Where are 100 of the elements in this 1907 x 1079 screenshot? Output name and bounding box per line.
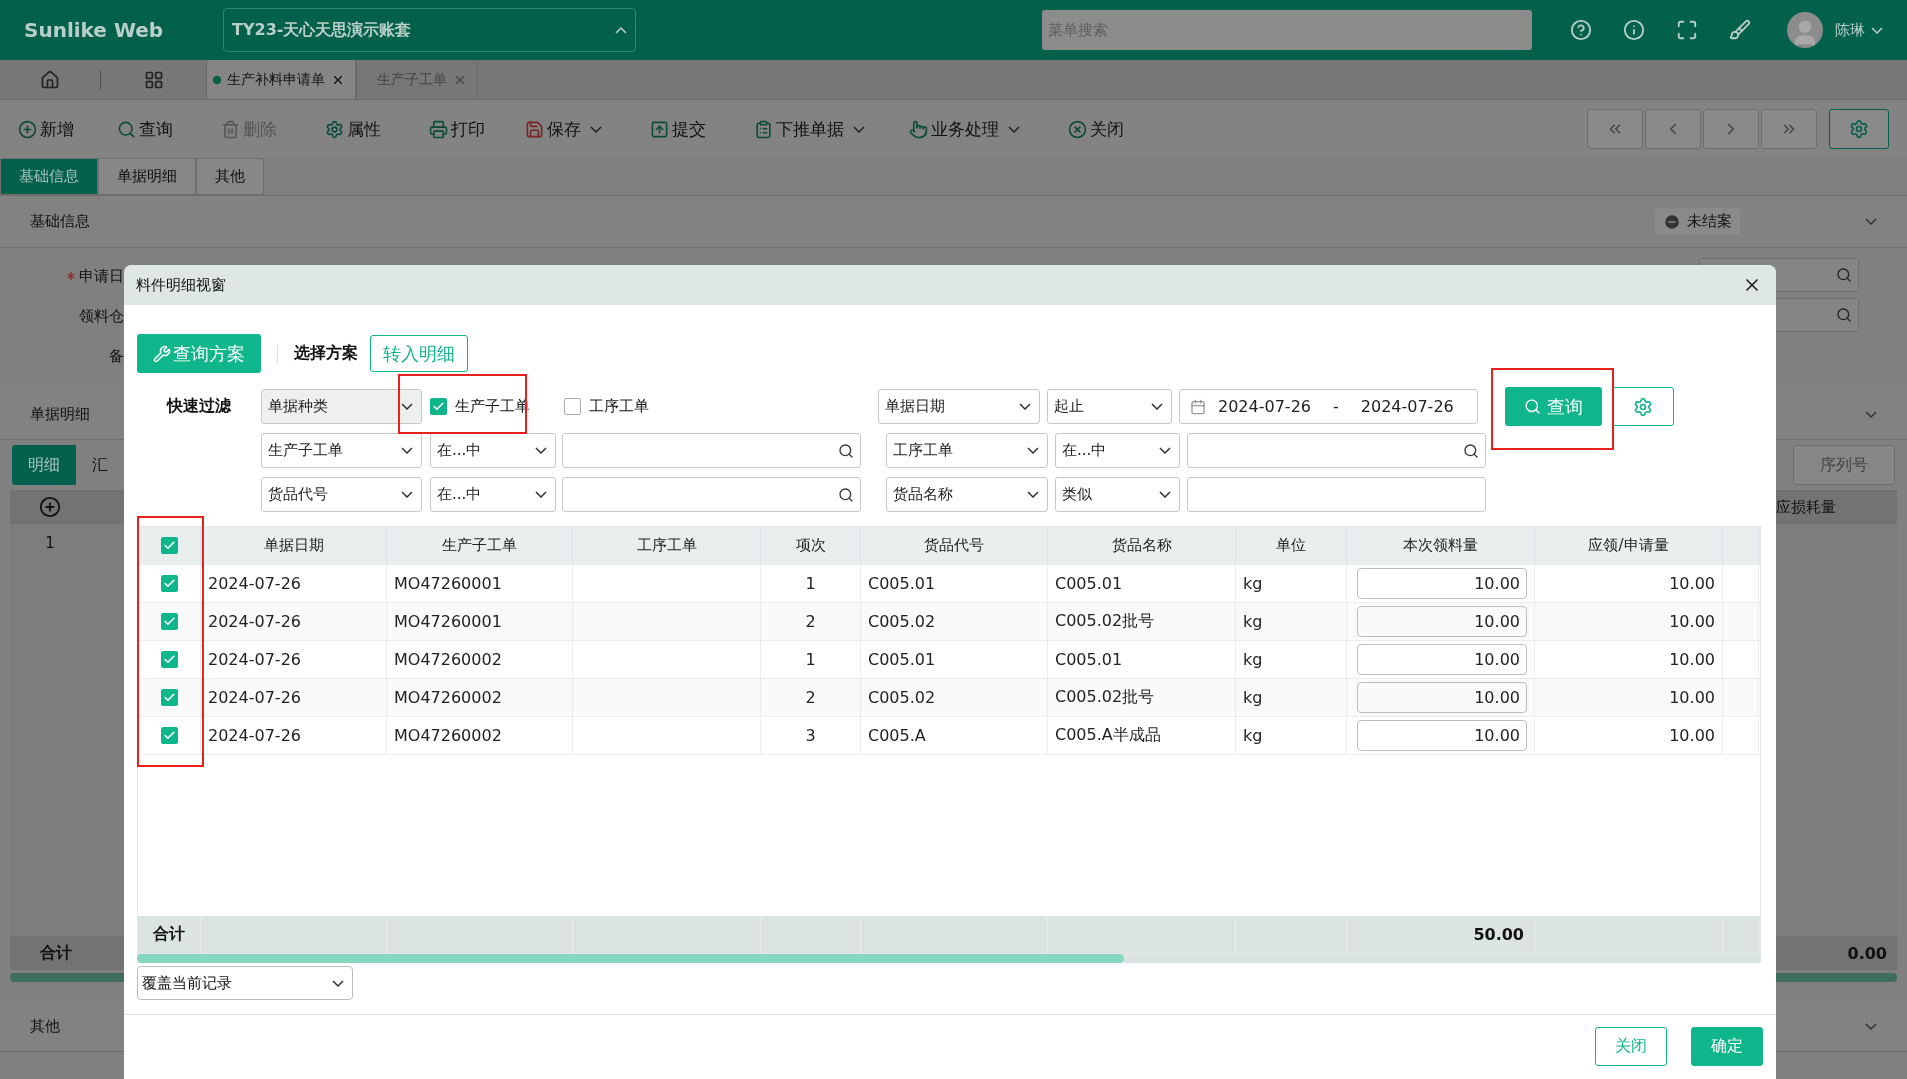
chevron-down-icon <box>535 447 547 454</box>
transfer-button[interactable]: 转入明细 <box>370 335 468 372</box>
table-cell: 2024-07-26 <box>208 650 301 669</box>
quantity-input[interactable]: 10.00 <box>1357 682 1527 713</box>
checkbox[interactable] <box>160 575 178 592</box>
form-tab[interactable]: 其他 <box>196 158 264 195</box>
check-icon <box>432 400 445 413</box>
quantity-input[interactable]: 10.00 <box>1357 720 1527 751</box>
scrollbar[interactable] <box>137 954 1124 963</box>
quantity-input[interactable]: 10.00 <box>1357 568 1527 599</box>
column-header: 项次 <box>761 527 861 564</box>
avatar[interactable] <box>1787 12 1823 48</box>
first-button[interactable] <box>1587 109 1643 149</box>
checkbox[interactable] <box>160 537 178 554</box>
filter-input[interactable] <box>1187 477 1486 512</box>
form-tab[interactable]: 单据明细 <box>98 158 196 195</box>
home-icon[interactable] <box>40 69 60 90</box>
active-dot <box>213 75 221 84</box>
filter-input[interactable] <box>1187 433 1486 468</box>
printer-icon <box>429 119 448 139</box>
quantity-input[interactable]: 10.00 <box>1357 644 1527 675</box>
toolbar-button[interactable]: 关闭 <box>1068 117 1124 141</box>
table-cell: MO47260002 <box>394 726 502 745</box>
settings-button[interactable] <box>1829 109 1889 149</box>
operator-select[interactable]: 类似 <box>1055 477 1180 512</box>
field-select[interactable]: 工序工单 <box>886 433 1048 468</box>
total-value: 50.00 <box>1473 925 1524 944</box>
form-tab[interactable]: 基础信息 <box>0 158 98 195</box>
detail-tab[interactable]: 明细 <box>12 445 76 485</box>
next-button[interactable] <box>1703 109 1759 149</box>
scheme-label: 选择方案 <box>294 343 358 364</box>
filter-input[interactable] <box>562 477 861 512</box>
table-cell: kg <box>1243 574 1263 593</box>
search-icon <box>1836 307 1852 323</box>
table-cell: C005.01 <box>1055 574 1123 593</box>
toolbar-button[interactable]: 业务处理 <box>909 117 1020 141</box>
serial-number-button[interactable]: 序列号 <box>1793 445 1895 485</box>
confirm-button[interactable]: 确定 <box>1691 1027 1763 1066</box>
toolbar-button[interactable]: 查询 <box>117 117 173 141</box>
last-button[interactable] <box>1761 109 1817 149</box>
filter-input[interactable] <box>562 433 861 468</box>
account-select[interactable]: TY23-天心天思演示账套 <box>223 8 636 52</box>
table-cell: 3 <box>805 726 816 745</box>
table-cell: MO47260002 <box>394 688 502 707</box>
operator-select[interactable]: 在...中 <box>430 433 556 468</box>
toolbar-button[interactable]: 下推单据 <box>754 117 865 141</box>
section-title: 其他 <box>30 1017 60 1036</box>
checkbox[interactable] <box>430 398 447 415</box>
checkbox[interactable] <box>160 651 178 668</box>
table-cell: C005.01 <box>868 574 936 593</box>
toolbar-button[interactable]: 打印 <box>429 117 485 141</box>
field-select[interactable]: 生产子工单 <box>261 433 422 468</box>
table-cell: kg <box>1243 612 1263 631</box>
table-cell: 1 <box>805 574 816 593</box>
toolbar-button[interactable]: 属性 <box>325 117 381 141</box>
chevron-down-icon <box>1159 491 1171 498</box>
search-icon <box>1463 442 1479 459</box>
fullscreen-icon[interactable] <box>1676 19 1698 41</box>
checkbox[interactable] <box>160 613 178 630</box>
info-icon[interactable] <box>1623 19 1645 41</box>
check-icon <box>162 577 176 590</box>
upload-icon <box>650 119 669 139</box>
table-cell: 1 <box>805 650 816 669</box>
toolbar-button[interactable]: 新增 <box>18 117 74 141</box>
user-name[interactable]: 陈琳 <box>1835 20 1865 40</box>
detail-tab[interactable]: 汇 <box>76 445 124 485</box>
operator-select[interactable]: 在...中 <box>1055 433 1180 468</box>
document-tab[interactable]: 生产补料申请单 <box>206 60 356 99</box>
quantity-input[interactable]: 10.00 <box>1357 606 1527 637</box>
checkbox[interactable] <box>160 727 178 744</box>
date-range-field[interactable]: 2024-07-26 - 2024-07-26 <box>1179 389 1478 424</box>
checkbox[interactable] <box>160 689 178 706</box>
mode-select[interactable]: 覆盖当前记录 <box>137 966 353 1000</box>
checkbox[interactable] <box>564 398 581 415</box>
table-cell: 10.00 <box>1669 726 1715 745</box>
operator-select[interactable]: 起止 <box>1047 389 1172 424</box>
quick-filter-label: 快速过滤 <box>167 396 232 417</box>
toolbar-button[interactable]: 提交 <box>650 117 706 141</box>
operator-select[interactable]: 在...中 <box>430 477 556 512</box>
close-button[interactable]: 关闭 <box>1595 1027 1667 1066</box>
field-select[interactable]: 单据日期 <box>878 389 1040 424</box>
grid-icon[interactable] <box>143 69 164 90</box>
add-row-icon[interactable] <box>39 496 61 518</box>
field-select[interactable]: 货品名称 <box>886 477 1048 512</box>
query-button[interactable]: 查询 <box>1505 387 1602 426</box>
chevron-down-icon <box>401 447 413 454</box>
search-icon <box>1524 398 1541 415</box>
help-icon[interactable] <box>1570 19 1592 41</box>
search-icon <box>117 119 136 139</box>
toolbar-button[interactable]: 保存 <box>525 117 602 141</box>
brush-icon[interactable] <box>1729 19 1751 41</box>
total-label: 合计 <box>40 942 72 964</box>
table-cell: C005.02 <box>868 612 936 631</box>
field-select[interactable]: 货品代号 <box>261 477 422 512</box>
chevron-down-icon <box>1865 218 1877 225</box>
query-scheme-button[interactable]: 查询方案 <box>137 334 261 373</box>
chevron-down-icon <box>332 979 344 987</box>
field-select[interactable]: 单据种类 <box>261 389 422 424</box>
previous-button[interactable] <box>1645 109 1701 149</box>
settings-button[interactable] <box>1612 387 1674 426</box>
